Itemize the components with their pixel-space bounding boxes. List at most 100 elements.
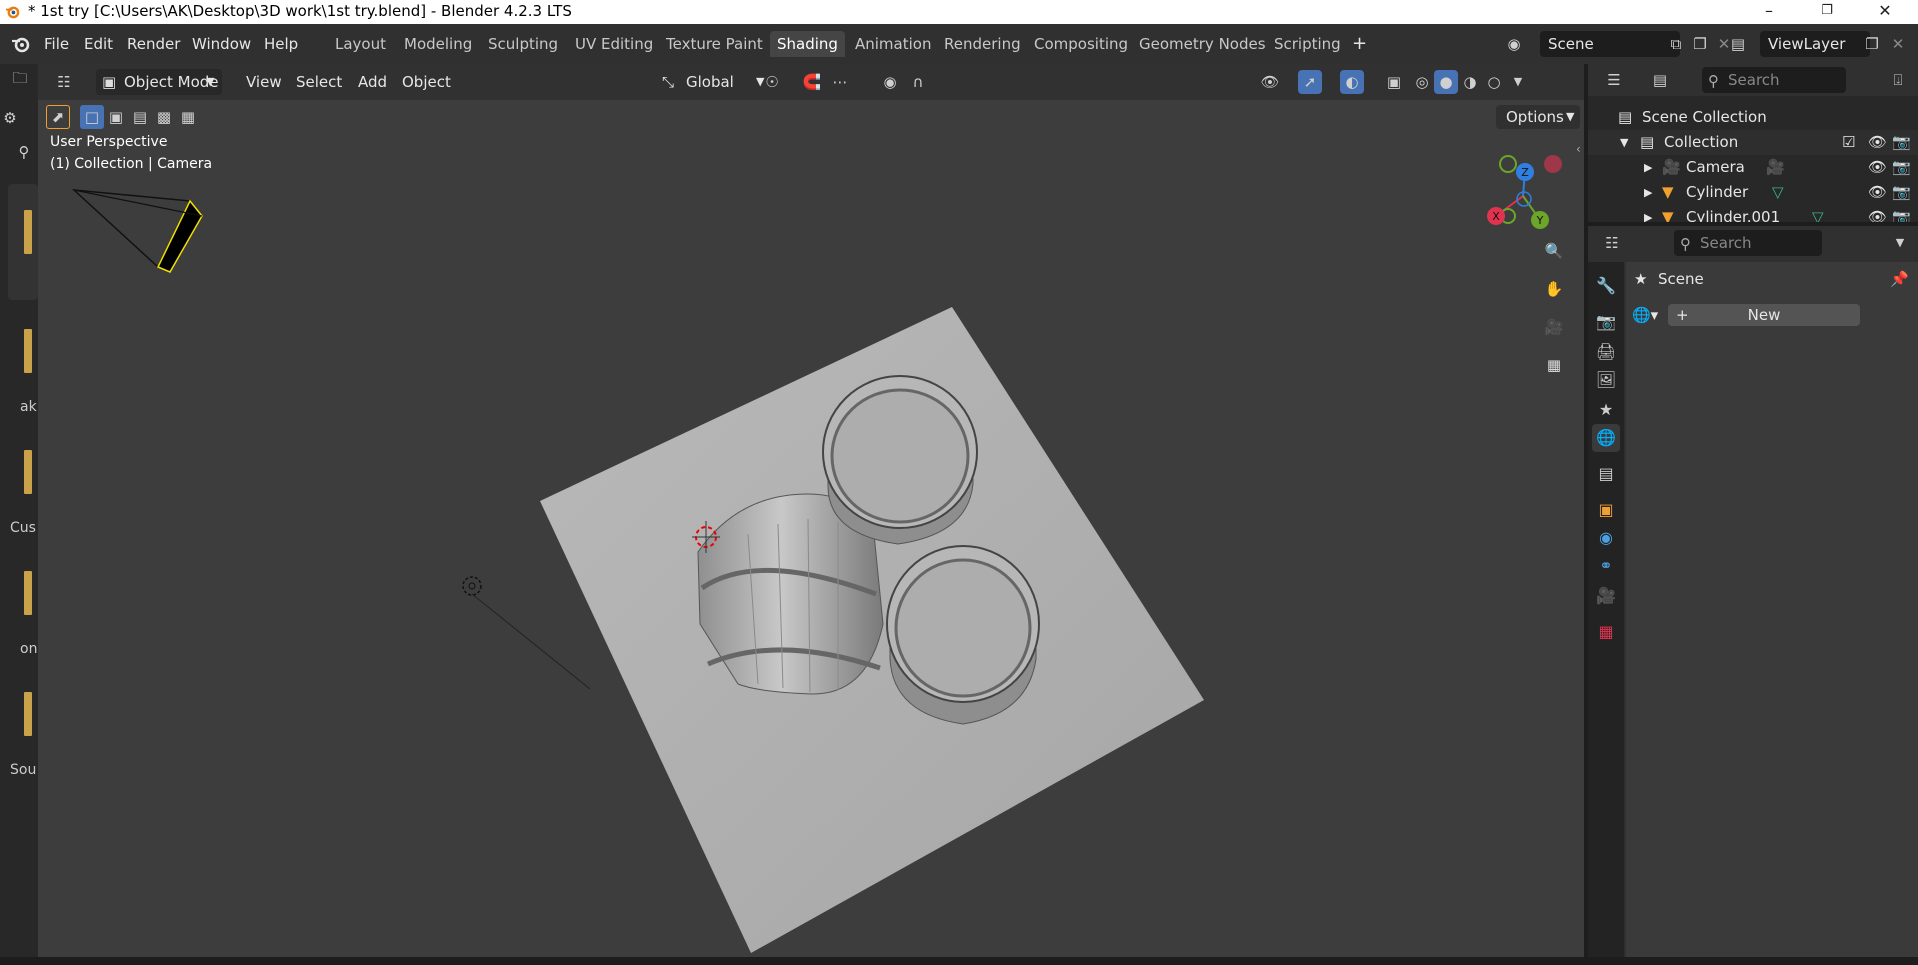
outliner-row-scene-collection[interactable]: ▤ Scene Collection [1588,105,1918,130]
tab-compositing[interactable]: Compositing [1027,31,1135,57]
eye-icon[interactable]: 👁 [1868,180,1887,205]
physics-tab-icon[interactable]: ◉ [1592,524,1620,552]
outliner-row-cylinder-001[interactable]: ▶ ▼ Cylinder.001 ▽ 👁 📷 [1588,205,1918,222]
chevron-right-icon[interactable]: ▶ [1644,180,1652,205]
tab-layout[interactable]: Layout [328,31,393,57]
tab-shading[interactable]: Shading [770,31,845,57]
eye-icon[interactable]: 👁 [1868,155,1887,180]
mesh-data-icon[interactable]: ▽ [1812,205,1824,222]
menu-object[interactable]: Object [402,69,451,95]
outliner-editor-type-icon[interactable]: ☰ [1602,68,1626,92]
outliner-row-collection[interactable]: ▼ ▤ Collection ☑ 👁 📷 [1588,130,1918,155]
delete-viewlayer-icon[interactable]: ✕ [1886,32,1910,56]
render-camera-icon[interactable]: 📷 [1892,180,1911,205]
folder-icon[interactable]: 🗀 [8,66,32,90]
viewlayer-name-field[interactable]: ViewLayer [1760,31,1870,57]
tab-scripting[interactable]: Scripting [1267,31,1348,57]
view-layer-tab-icon[interactable]: 🖼 [1592,366,1620,394]
file-thumbnail[interactable] [24,210,32,254]
menu-add[interactable]: Add [358,69,387,95]
select-tool-icon[interactable]: ⬈ [46,105,70,129]
outliner-row-camera[interactable]: ▶ 🎥 Camera 🎥 👁 📷 [1588,155,1918,180]
mesh-data-icon[interactable]: ▽ [1772,180,1784,205]
scene-tab-icon[interactable]: ★ [1592,396,1620,424]
properties-search-input[interactable]: Search [1674,230,1822,256]
file-thumbnail[interactable] [24,329,32,373]
scene-browse-icon[interactable]: ◉ [1502,32,1526,56]
blender-menu-icon[interactable] [10,34,32,54]
render-camera-icon[interactable]: 📷 [1892,155,1911,180]
wireframe-shading-icon[interactable]: ◎ [1410,70,1434,94]
camera-object[interactable] [71,189,203,273]
rendered-shading-icon[interactable]: ○ [1482,70,1506,94]
menu-window[interactable]: Window [186,32,257,56]
falloff-icon[interactable]: ∩ [906,70,930,94]
options-dropdown[interactable]: Options ▼ [1496,105,1580,129]
world-tab-icon[interactable]: 🌐 [1592,424,1620,452]
mode-selector[interactable]: ▣ Object Mode ▼ [96,69,222,95]
gizmo-toggle-icon[interactable]: ➚ [1298,70,1322,94]
tab-rendering[interactable]: Rendering [937,31,1028,57]
select-box-invert-icon[interactable]: ▩ [152,105,176,129]
restore-button[interactable]: ❐ [1804,0,1850,24]
chevron-down-icon[interactable]: ▼ [1888,231,1912,255]
filter-icon[interactable]: ⍗ [1886,68,1910,92]
file-thumbnail[interactable] [24,571,32,615]
outliner-search-input[interactable]: Search [1702,67,1846,93]
menu-select[interactable]: Select [296,69,342,95]
chevron-right-icon[interactable]: ▶ [1644,155,1652,180]
pan-hand-icon[interactable]: ✋ [1537,272,1571,306]
render-tab-icon[interactable]: 📷 [1592,308,1620,336]
outliner-row-cylinder[interactable]: ▶ ▼ Cylinder ▽ 👁 📷 [1588,180,1918,205]
close-button[interactable]: ✕ [1862,0,1908,24]
constraints-tab-icon[interactable]: ⚭ [1592,552,1620,580]
render-camera-icon[interactable]: 📷 [1892,205,1911,222]
object-data-tab-icon[interactable]: 🎥 [1592,582,1620,610]
pivot-point-icon[interactable]: ☉ [760,70,784,94]
barrel-upright-back[interactable] [822,375,978,545]
output-tab-icon[interactable]: 🖨 [1592,338,1620,366]
pin-icon[interactable]: 📌 [1890,270,1909,288]
tab-geometry-nodes[interactable]: Geometry Nodes [1132,31,1273,57]
new-world-button[interactable]: + New [1668,304,1860,326]
chevron-right-icon[interactable]: ▶ [1644,205,1652,222]
sidebar-toggle-icon[interactable]: ‹ [1576,142,1581,156]
world-browse-icon[interactable]: 🌐▾ [1632,304,1664,326]
tool-tab-icon[interactable]: 🔧 [1592,272,1620,300]
pin-scene-icon[interactable]: ⧉ [1664,32,1688,56]
menu-render[interactable]: Render [121,32,186,56]
select-box-extend-icon[interactable]: ▣ [104,105,128,129]
texture-tab-icon[interactable]: ▦ [1592,618,1620,646]
editor-type-icon[interactable]: ☷ [52,70,76,94]
search-icon[interactable]: ⚲ [12,140,36,164]
menu-help[interactable]: Help [258,32,304,56]
select-box-new-icon[interactable]: □ [80,105,104,129]
minimize-button[interactable]: – [1746,0,1792,24]
select-box-subtract-icon[interactable]: ▤ [128,105,152,129]
shading-options-chevron-icon[interactable]: ▼ [1506,70,1530,94]
exclude-checkbox-icon[interactable]: ☑ [1842,130,1855,155]
light-object[interactable] [462,576,591,690]
menu-file[interactable]: File [38,32,75,56]
object-tab-icon[interactable]: ▣ [1592,496,1620,524]
zoom-icon[interactable]: 🔍 [1537,234,1571,268]
select-box-intersect-icon[interactable]: ▦ [176,105,200,129]
solid-shading-icon[interactable]: ● [1434,70,1458,94]
overlays-toggle-icon[interactable]: ◐ [1340,70,1364,94]
new-viewlayer-icon[interactable]: ❐ [1860,32,1884,56]
tab-uv-editing[interactable]: UV Editing [568,31,660,57]
menu-edit[interactable]: Edit [78,32,119,56]
eye-icon[interactable]: 👁 [1868,130,1887,155]
camera-data-icon[interactable]: 🎥 [1766,155,1785,180]
viewlayer-browse-icon[interactable]: ▤ [1726,32,1750,56]
scene-name-field[interactable]: Scene [1540,31,1680,57]
visibility-icon[interactable]: 👁 [1258,70,1282,94]
snap-icon[interactable]: 🧲 [800,70,824,94]
camera-view-icon[interactable]: 🎥 [1537,310,1571,344]
xray-icon[interactable]: ▣ [1382,70,1406,94]
properties-editor-type-icon[interactable]: ☷ [1600,231,1624,255]
barrel-upright-front[interactable] [886,545,1040,725]
eye-icon[interactable]: 👁 [1868,205,1887,222]
settings-icon[interactable]: ⚙ [0,106,22,130]
tab-texture-paint[interactable]: Texture Paint [659,31,770,57]
